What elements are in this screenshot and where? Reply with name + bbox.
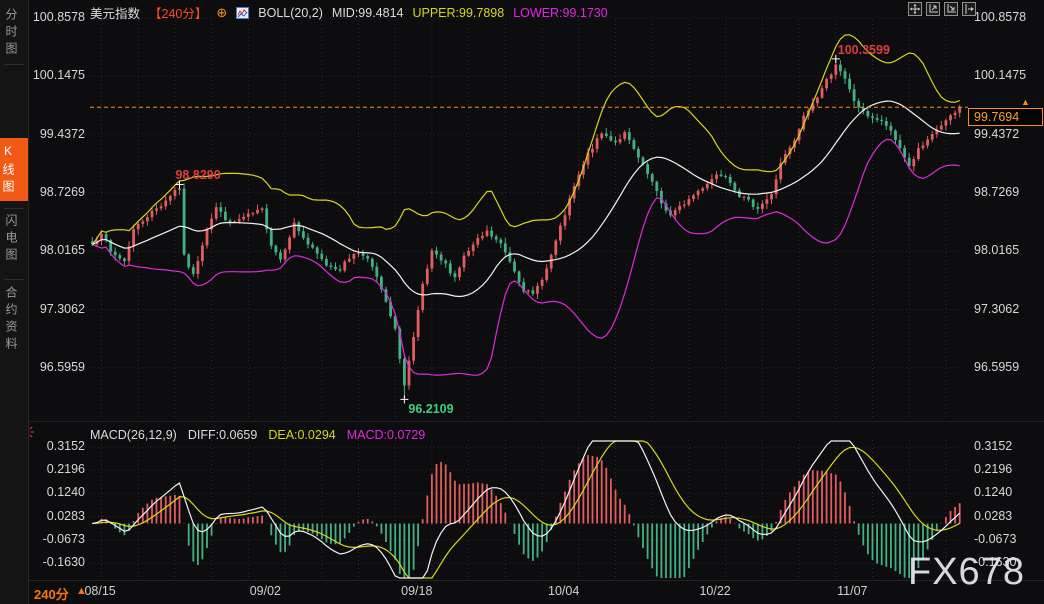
sidebar-item-kline[interactable]: K线图 [0, 138, 28, 201]
price-marker-icon: ▲ [1021, 97, 1030, 107]
period-up-arrow-icon[interactable]: ▲ [76, 585, 87, 597]
macd-dea-value: DEA:0.0294 [268, 428, 335, 442]
last-price-tag: 99.7694 [968, 108, 1043, 126]
dea-line [92, 441, 959, 578]
bottom-axis-bar [28, 580, 1044, 604]
watermark: FX678 [908, 551, 1025, 594]
kline-mini-icon [236, 7, 249, 19]
crosshair-tool-button[interactable] [908, 2, 922, 16]
macd-macd-value: MACD:0.0729 [347, 428, 426, 442]
chart-header: 美元指数 【240分】 ⊕ BOLL(20,2) MID:99.4814 UPP… [90, 3, 608, 22]
period-label: 【240分】 [149, 3, 207, 22]
pan-right-button[interactable] [962, 2, 976, 16]
sidebar-divider [4, 208, 24, 209]
sidebar-item-lightning[interactable]: 闪电图 [3, 214, 25, 265]
kline-chart-canvas[interactable] [0, 0, 1044, 604]
sidebar-divider [4, 64, 24, 65]
axis-zoom-out-button[interactable] [944, 2, 958, 16]
boll-label: BOLL(20,2) [258, 6, 323, 20]
boll-lower-value: LOWER:99.1730 [513, 6, 608, 20]
diff-line [92, 441, 959, 578]
sidebar: 分时图 K线图 闪电图 合约资料 [0, 0, 29, 604]
chart-toolbar [908, 2, 976, 16]
boll-mid-value: MID:99.4814 [332, 6, 404, 20]
circle-plus-icon[interactable]: ⊕ [216, 6, 227, 19]
period-selector[interactable]: 240分 [34, 584, 69, 603]
sidebar-item-contract-info[interactable]: 合约资料 [3, 286, 25, 354]
macd-diff-value: DIFF:0.0659 [188, 428, 257, 442]
boll-upper-value: UPPER:99.7898 [412, 6, 504, 20]
macd-label: MACD(26,12,9) [90, 428, 177, 442]
macd-header: MACD(26,12,9) DIFF:0.0659 DEA:0.0294 MAC… [90, 428, 425, 442]
axis-zoom-in-button[interactable] [926, 2, 940, 16]
panel-divider [28, 421, 1044, 422]
sidebar-divider [4, 279, 24, 280]
symbol-title: 美元指数 [90, 3, 140, 22]
trading-app-window: 100.8578100.8578100.1475100.147599.43729… [0, 0, 1044, 604]
sidebar-item-timeshare[interactable]: 分时图 [3, 8, 25, 59]
boll-upper-line [92, 35, 959, 245]
boll-mid-line [92, 101, 959, 296]
